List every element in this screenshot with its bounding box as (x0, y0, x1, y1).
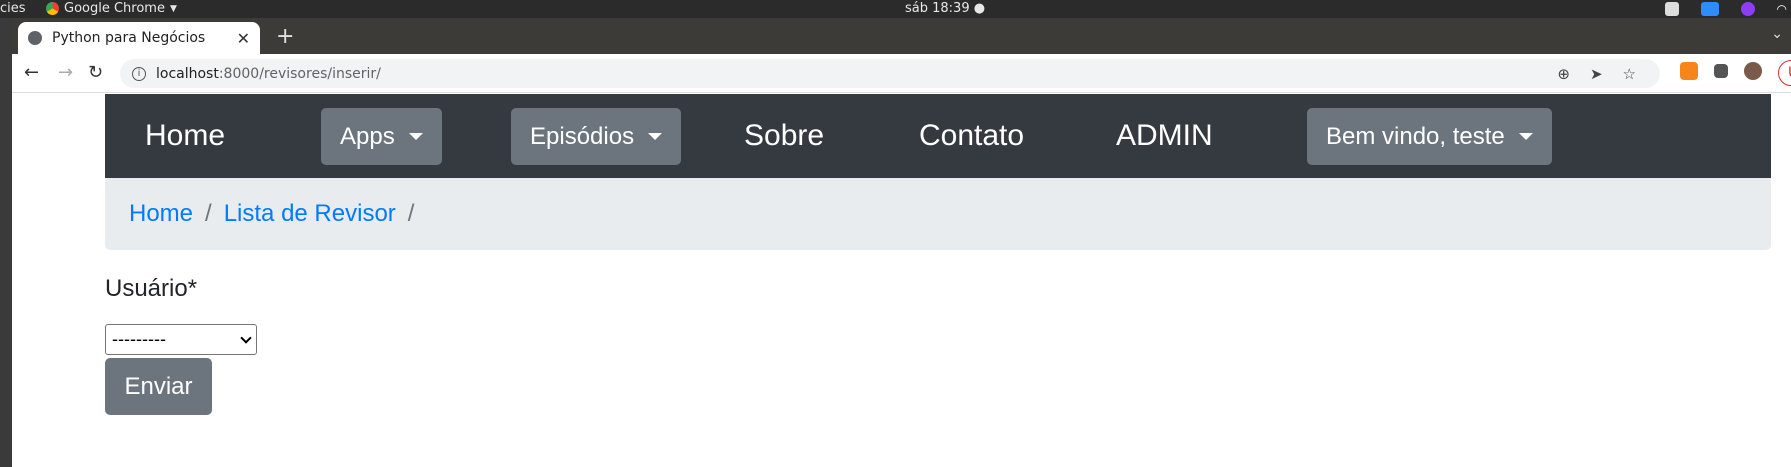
user-menu-label: Bem vindo, teste (1326, 122, 1505, 150)
clock[interactable]: sáb 18:39 ● (905, 1, 985, 16)
usuario-label: Usuário* (105, 275, 198, 302)
nav-sobre[interactable]: Sobre (744, 94, 824, 178)
page: Home Apps Episódios Sobre Contato ADMIN … (12, 94, 1791, 467)
chrome-icon (46, 2, 59, 15)
chevron-down-icon (240, 331, 252, 344)
zoom-icon[interactable]: ⊕ (1557, 65, 1570, 83)
app-menu[interactable]: Google Chrome ▼ (46, 1, 177, 16)
tab-strip: Python para Negócios ✕ + ⌄ (12, 18, 1791, 54)
breadcrumb: Home / Lista de Revisor / (105, 178, 1771, 250)
dock (0, 18, 12, 467)
globe-icon (28, 31, 42, 45)
nav-episodios-label: Episódios (530, 122, 635, 150)
update-button[interactable]: Up (1778, 60, 1791, 86)
firefox-icon[interactable] (1740, 2, 1755, 16)
url-path: :8000/revisores/inserir/ (218, 65, 381, 82)
metamask-icon[interactable] (1680, 62, 1698, 80)
caret-down-icon (648, 133, 663, 140)
tab-search-icon[interactable]: ⌄ (1771, 26, 1783, 42)
nav-apps-label: Apps (340, 122, 395, 150)
send-icon[interactable]: ➤ (1590, 65, 1603, 83)
reload-icon[interactable]: ↻ (88, 62, 103, 83)
breadcrumb-separator: / (205, 200, 212, 227)
breadcrumb-separator: / (407, 200, 415, 227)
avatar[interactable] (1744, 62, 1762, 80)
omnibox-actions: ⊕ ➤ ☆ (1557, 65, 1636, 83)
breadcrumb-home[interactable]: Home (129, 200, 193, 228)
wifi-icon[interactable]: ◠ (1777, 2, 1787, 16)
forward-icon[interactable]: → (58, 62, 73, 83)
system-tray: ◠ (1664, 0, 1791, 18)
os-top-bar: cies Google Chrome ▼ sáb 18:39 ● ◠ (0, 0, 1791, 18)
user-menu-dropdown[interactable]: Bem vindo, teste (1307, 108, 1552, 165)
puzzle-icon[interactable] (1714, 64, 1728, 78)
usuario-select-value: --------- (112, 329, 166, 349)
browser-tab[interactable]: Python para Negócios ✕ (18, 22, 260, 54)
new-tab-button[interactable]: + (276, 24, 294, 49)
zoom-icon[interactable] (1700, 2, 1719, 16)
activities-button[interactable]: cies (0, 1, 26, 16)
back-icon[interactable]: ← (24, 62, 39, 83)
nav-home[interactable]: Home (145, 94, 225, 178)
nav-apps-dropdown[interactable]: Apps (321, 108, 442, 165)
info-icon[interactable]: i (132, 66, 146, 81)
browser-toolbar: ← → ↻ i localhost :8000/revisores/inseri… (12, 54, 1791, 93)
nav-admin[interactable]: ADMIN (1116, 94, 1213, 178)
breadcrumb-lista-revisor[interactable]: Lista de Revisor (224, 200, 396, 228)
submit-button[interactable]: Enviar (105, 358, 212, 415)
caret-down-icon (1518, 133, 1533, 140)
navbar: Home Apps Episódios Sobre Contato ADMIN … (105, 94, 1771, 178)
chevron-down-icon: ▼ (169, 3, 177, 14)
extensions (1680, 62, 1762, 80)
app-name: Google Chrome (64, 1, 165, 16)
close-icon[interactable]: ✕ (237, 29, 250, 48)
usuario-select[interactable]: --------- (105, 324, 257, 355)
nav-contato[interactable]: Contato (919, 94, 1024, 178)
address-bar[interactable]: i localhost :8000/revisores/inserir/ ⊕ ➤… (120, 59, 1660, 88)
tab-title: Python para Negócios (52, 30, 206, 46)
nav-episodios-dropdown[interactable]: Episódios (511, 108, 682, 165)
snap-icon[interactable] (1664, 2, 1679, 16)
url-host: localhost (156, 65, 219, 82)
star-icon[interactable]: ☆ (1623, 65, 1636, 83)
caret-down-icon (408, 133, 423, 140)
